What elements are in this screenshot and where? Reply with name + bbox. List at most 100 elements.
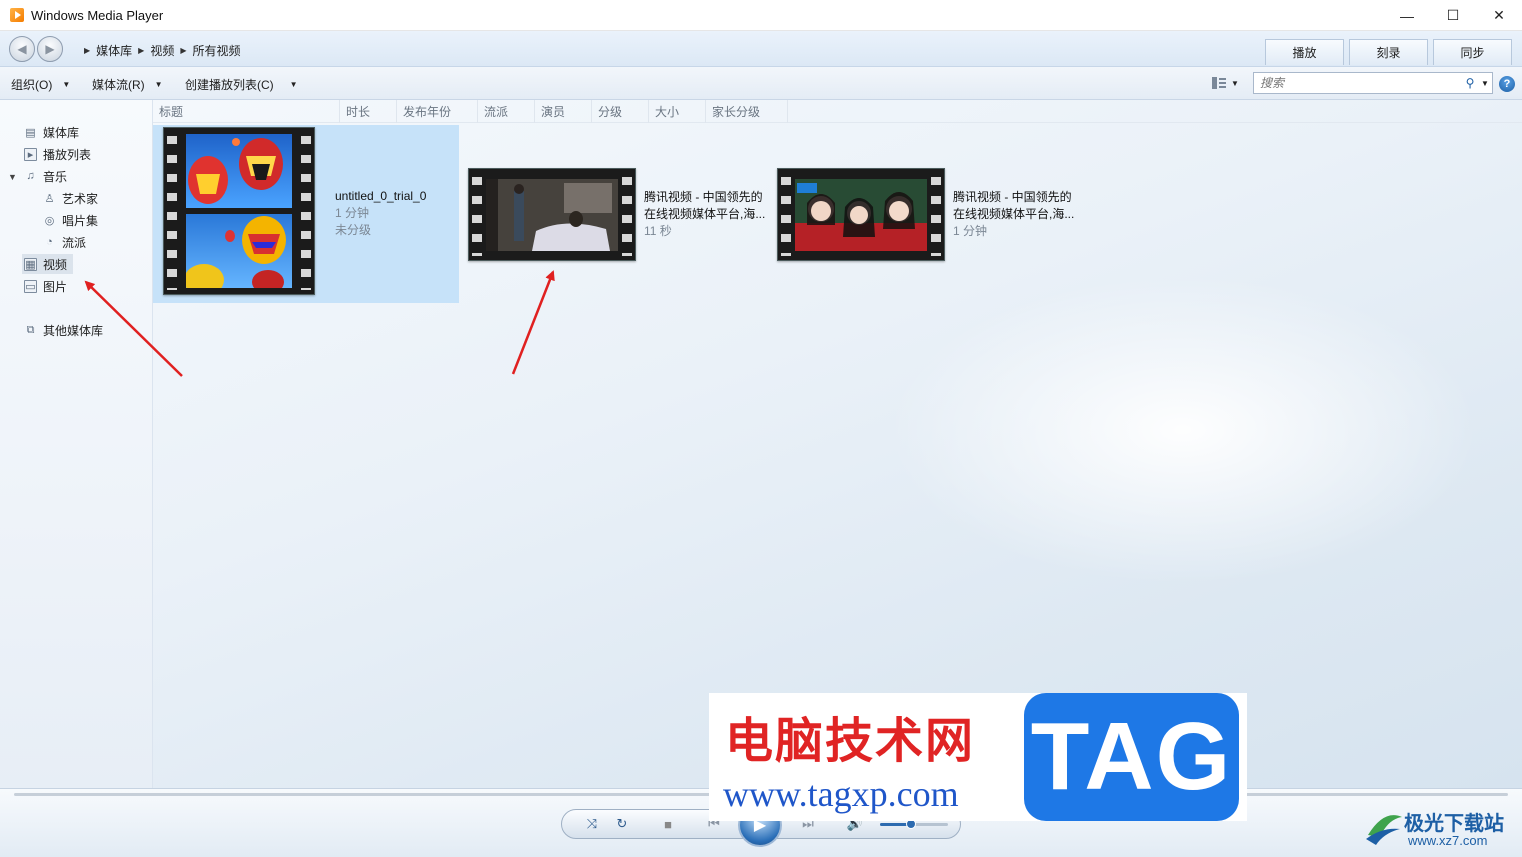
video-thumbnail: [468, 168, 636, 261]
column-genre[interactable]: 流派: [478, 100, 535, 123]
watermark-site-url: www.tagxp.com: [723, 774, 959, 814]
nav-label: 音乐: [43, 169, 68, 184]
close-button[interactable]: ✕: [1476, 0, 1522, 31]
nav-item-playlists[interactable]: ▸ 播放列表: [24, 144, 91, 164]
breadcrumb-videos[interactable]: 视频: [150, 42, 174, 59]
nav-item-music[interactable]: ♫ 音乐: [24, 166, 67, 186]
video-title-continued: 在线视频媒体平台,海...: [953, 207, 1075, 221]
video-title-continued: 在线视频媒体平台,海...: [644, 207, 766, 221]
nav-label: 流派: [62, 235, 87, 250]
search-input[interactable]: [1260, 74, 1462, 92]
search-dropdown-icon[interactable]: ▼: [1478, 79, 1492, 88]
search-icon[interactable]: ⚲: [1462, 76, 1478, 90]
shuffle-icon[interactable]: ⤨: [583, 815, 601, 833]
tab-play[interactable]: 播放: [1265, 39, 1344, 65]
video-title: 腾讯视频 - 中国领先的: [644, 190, 763, 204]
video-duration: 11 秒: [644, 224, 672, 238]
nav-item-library[interactable]: ▤ 媒体库: [24, 122, 79, 142]
breadcrumb: ▶ 媒体库 ▶ 视频 ▶ 所有视频: [84, 42, 241, 59]
column-header: 标题 时长 发布年份 流派 演员 分级 大小 家长分级: [153, 100, 1522, 123]
tab-burn[interactable]: 刻录: [1349, 39, 1428, 65]
nav-label: 播放列表: [43, 147, 92, 162]
video-item[interactable]: 腾讯视频 - 中国领先的 在线视频媒体平台,海... 1 分钟: [775, 166, 1075, 266]
breadcrumb-arrow-icon: ▶: [138, 46, 145, 55]
navigation-pane: ▤ 媒体库 ▸ 播放列表 ▼ ♫ 音乐 ♙ 艺术家 ◎ 唱片集 ◔ 流派 ▦ 视…: [0, 100, 153, 788]
breadcrumb-arrow-icon: ▶: [180, 46, 187, 55]
other-libraries-icon: ⧉: [26, 323, 35, 336]
wmp-app-icon: [10, 8, 24, 22]
nav-item-pictures[interactable]: ▭ 图片: [24, 276, 67, 296]
library-icon: ▤: [25, 126, 36, 139]
minimize-button[interactable]: —: [1384, 0, 1430, 31]
stop-icon[interactable]: ■: [659, 815, 677, 833]
view-options-icon: [1212, 77, 1226, 89]
aurora-logo-icon: [1366, 815, 1402, 845]
music-note-icon: ♫: [26, 170, 35, 182]
video-title: untitled_0_trial_0: [335, 189, 427, 203]
content-pane: 标题 时长 发布年份 流派 演员 分级 大小 家长分级 untitled_0_t…: [153, 100, 1522, 788]
view-options-button[interactable]: ▼: [1212, 76, 1239, 90]
column-title[interactable]: 标题: [153, 100, 340, 123]
nav-label: 唱片集: [62, 213, 99, 228]
video-item[interactable]: untitled_0_trial_0 1 分钟 未分级: [153, 125, 459, 303]
video-icon: ▦: [24, 257, 37, 271]
watermark-site-name: 电脑技术网: [725, 713, 976, 769]
repeat-icon[interactable]: ↻: [613, 815, 631, 833]
watermark-download-site: 极光下载站 www.xz7.com: [1362, 805, 1517, 851]
nav-label: 图片: [43, 279, 68, 294]
dropdown-caret-icon: ▼: [62, 80, 71, 89]
breadcrumb-all-videos[interactable]: 所有视频: [193, 42, 241, 59]
dropdown-caret-icon: ▼: [154, 80, 163, 89]
create-playlist-menu[interactable]: 创建播放列表(C) ▼: [185, 76, 298, 93]
watermark-tag-logo: TAG: [1024, 693, 1239, 821]
video-duration: 1 分钟: [335, 206, 370, 220]
help-icon[interactable]: ?: [1499, 76, 1515, 92]
artist-icon: ♙: [44, 192, 55, 205]
thumbnail-frame: [186, 214, 292, 288]
watermark2-site-url: www.xz7.com: [1408, 833, 1488, 848]
thumbnail-frame: [795, 179, 927, 251]
stream-menu[interactable]: 媒体流(R) ▼: [92, 76, 163, 93]
breadcrumb-library[interactable]: 媒体库: [96, 42, 132, 59]
nav-label: 媒体库: [43, 125, 80, 140]
column-rating[interactable]: 分级: [592, 100, 649, 123]
nav-label: 其他媒体库: [43, 323, 104, 338]
nav-label: 艺术家: [62, 191, 99, 206]
back-button[interactable]: ◀: [9, 36, 35, 62]
video-title: 腾讯视频 - 中国领先的: [953, 190, 1072, 204]
address-bar: ◀ ▶ ▶ 媒体库 ▶ 视频 ▶ 所有视频 播放 刻录 同步: [0, 31, 1522, 67]
tab-sync[interactable]: 同步: [1433, 39, 1512, 65]
column-size[interactable]: 大小: [649, 100, 706, 123]
nav-item-videos[interactable]: ▦ 视频: [22, 254, 74, 274]
column-actors[interactable]: 演员: [535, 100, 592, 123]
video-thumbnail: [163, 127, 315, 295]
nav-item-other-libraries[interactable]: ⧉ 其他媒体库: [24, 320, 103, 340]
nav-item-artist[interactable]: ♙ 艺术家: [43, 188, 98, 208]
playlist-icon: ▸: [24, 147, 37, 161]
genre-icon: ◔: [46, 236, 53, 248]
column-parental-rating[interactable]: 家长分级: [706, 100, 788, 123]
expand-chevron-icon[interactable]: ▼: [8, 172, 17, 182]
watermark-banner: 电脑技术网 www.tagxp.com TAG: [709, 693, 1247, 821]
stream-label: 媒体流(R): [92, 78, 145, 92]
search-box: ⚲ ▼: [1253, 72, 1493, 94]
breadcrumb-arrow-icon: ▶: [84, 46, 91, 55]
organize-menu[interactable]: 组织(O) ▼: [11, 76, 70, 93]
picture-icon: ▭: [24, 279, 37, 293]
dropdown-caret-icon: ▼: [289, 80, 298, 89]
title-bar: Windows Media Player — ☐ ✕: [0, 0, 1522, 31]
forward-button[interactable]: ▶: [37, 36, 63, 62]
thumbnail-frame: [186, 134, 292, 208]
column-release-year[interactable]: 发布年份: [397, 100, 478, 123]
video-item[interactable]: 腾讯视频 - 中国领先的 在线视频媒体平台,海... 11 秒: [466, 166, 766, 266]
column-length[interactable]: 时长: [340, 100, 397, 123]
thumbnail-frame: [486, 179, 618, 251]
nav-item-album[interactable]: ◎ 唱片集: [43, 210, 98, 230]
dropdown-caret-icon: ▼: [1231, 78, 1239, 88]
toolbar: 组织(O) ▼ 媒体流(R) ▼ 创建播放列表(C) ▼ ▼ ⚲ ▼ ?: [0, 67, 1522, 100]
maximize-button[interactable]: ☐: [1430, 0, 1476, 31]
video-thumbnail: [777, 168, 945, 261]
nav-item-genre[interactable]: ◔ 流派: [43, 232, 86, 252]
window-title: Windows Media Player: [31, 7, 164, 23]
organize-label: 组织(O): [11, 78, 53, 92]
